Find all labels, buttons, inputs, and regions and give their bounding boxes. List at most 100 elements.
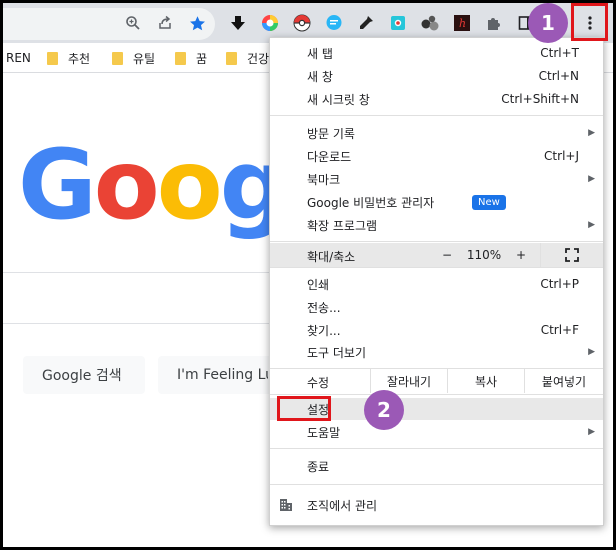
bookmark-label: 건강 (247, 51, 270, 66)
menu-item-password-manager[interactable]: Google 비밀번호 관리자 New (270, 191, 603, 213)
menu-item-label: 인쇄 (307, 277, 330, 292)
bookmark-star-icon[interactable] (187, 13, 207, 33)
bookmark-label: 추천 (68, 51, 91, 66)
feeling-lucky-button[interactable]: I'm Feeling Lu (158, 356, 269, 394)
fullscreen-icon (565, 248, 579, 262)
menu-shortcut: Ctrl+F (540, 323, 579, 337)
zoom-row: 확대/축소 − 110% + (270, 243, 603, 267)
folder-icon (226, 51, 237, 65)
eyedropper-icon[interactable] (356, 13, 376, 33)
menu-item-incognito[interactable]: 새 시크릿 창 Ctrl+Shift+N (270, 88, 603, 110)
download-arrow-icon[interactable] (228, 13, 248, 33)
fullscreen-button[interactable] (540, 243, 603, 267)
screenshot-icon[interactable] (388, 13, 408, 33)
menu-divider (270, 241, 603, 242)
zoom-in-button[interactable]: + (508, 243, 534, 267)
menu-item-label: 북마크 (307, 172, 341, 187)
search-box-bottom-edge (3, 323, 269, 324)
zoom-out-button[interactable]: − (434, 243, 460, 267)
submenu-arrow-icon: ▶ (588, 128, 595, 138)
google-search-button[interactable]: Google 검색 (23, 356, 145, 394)
menu-shortcut: Ctrl+Shift+N (501, 92, 579, 106)
menu-item-downloads[interactable]: 다운로드 Ctrl+J (270, 145, 603, 167)
menu-item-label: 조직에서 관리 (307, 498, 378, 513)
menu-item-label: 확장 프로그램 (307, 218, 378, 233)
menu-item-label: 새 시크릿 창 (307, 92, 370, 107)
dots-cluster-icon[interactable] (420, 13, 440, 33)
h-extension-icon[interactable]: h (452, 13, 472, 33)
building-icon (279, 498, 293, 515)
menu-item-find[interactable]: 찾기... Ctrl+F (270, 319, 603, 341)
chat-bubble-icon[interactable] (324, 13, 344, 33)
bookmark-folder[interactable]: 유틸 (112, 49, 155, 67)
menu-item-label: 확대/축소 (307, 250, 356, 264)
bookmark-folder[interactable]: 추천 (47, 49, 90, 67)
menu-shortcut: Ctrl+P (540, 277, 579, 291)
menu-item-managed-by-org[interactable]: 조직에서 관리 (270, 494, 603, 516)
menu-divider (270, 115, 603, 116)
bookmark-item[interactable]: REN (6, 49, 31, 67)
folder-icon (112, 51, 123, 65)
zoom-level: 110% (466, 248, 502, 262)
menu-shortcut: Ctrl+J (544, 149, 579, 163)
menu-item-help[interactable]: 도움말 ▶ (270, 421, 603, 443)
share-icon[interactable] (155, 13, 175, 33)
menu-divider (270, 484, 603, 485)
address-bar[interactable] (3, 8, 215, 40)
menu-shortcut: Ctrl+N (538, 69, 579, 83)
menu-item-new-tab[interactable]: 새 탭 Ctrl+T (270, 42, 603, 64)
menu-item-label: 방문 기록 (307, 126, 355, 141)
submenu-arrow-icon: ▶ (588, 174, 595, 184)
search-box-top-edge (3, 272, 269, 273)
menu-item-new-window[interactable]: 새 창 Ctrl+N (270, 65, 603, 87)
menu-item-exit[interactable]: 종료 (270, 455, 603, 477)
logo-letter: G (18, 129, 97, 241)
menu-item-label: Google 비밀번호 관리자 (307, 195, 435, 210)
color-wheel-icon[interactable] (260, 13, 280, 33)
bookmark-label: REN (6, 51, 31, 65)
menu-item-label: 찾기... (307, 323, 341, 338)
edit-row: 수정 잘라내기 복사 붙여넣기 (270, 369, 603, 393)
bookmark-folder[interactable]: 꿈 (175, 49, 207, 67)
menu-item-label: 새 탭 (307, 46, 333, 61)
menu-item-label: 종료 (307, 459, 330, 474)
menu-shortcut: Ctrl+T (540, 46, 579, 60)
menu-divider (270, 267, 603, 268)
menu-item-label: 수정 (307, 376, 330, 390)
paste-button[interactable]: 붙여넣기 (524, 369, 603, 393)
menu-item-extensions[interactable]: 확장 프로그램 ▶ (270, 214, 603, 236)
highlight-box-menu-button (571, 3, 608, 41)
menu-item-bookmarks[interactable]: 북마크 ▶ (270, 168, 603, 190)
bookmark-label: 유틸 (133, 51, 156, 66)
menu-item-label: 도움말 (307, 425, 341, 440)
zoom-icon[interactable] (123, 13, 143, 33)
step-1-marker: 1 (528, 3, 568, 43)
menu-divider (270, 448, 603, 449)
menu-item-label: 새 창 (307, 69, 333, 84)
menu-item-print[interactable]: 인쇄 Ctrl+P (270, 273, 603, 295)
logo-letter: o (156, 129, 223, 241)
logo-letter: o (93, 129, 160, 241)
pokeball-icon[interactable] (292, 13, 312, 33)
new-badge: New (472, 195, 506, 210)
menu-item-more-tools[interactable]: 도구 더보기 ▶ (270, 341, 603, 363)
submenu-arrow-icon: ▶ (588, 427, 595, 437)
chrome-main-menu: 새 탭 Ctrl+T 새 창 Ctrl+N 새 시크릿 창 Ctrl+Shift… (269, 37, 604, 526)
menu-item-label: 다운로드 (307, 149, 352, 164)
copy-button[interactable]: 복사 (447, 369, 524, 393)
submenu-arrow-icon: ▶ (588, 347, 595, 357)
bookmark-folder[interactable]: 건강 (226, 49, 269, 67)
menu-item-label: 전송... (307, 300, 341, 315)
submenu-arrow-icon: ▶ (588, 220, 595, 230)
bookmark-label: 꿈 (196, 51, 208, 66)
step-2-marker: 2 (364, 390, 404, 430)
highlight-box-settings (277, 396, 331, 421)
folder-icon (175, 51, 186, 65)
puzzle-icon[interactable] (484, 13, 504, 33)
menu-item-cast[interactable]: 전송... (270, 296, 603, 318)
folder-icon (47, 51, 58, 65)
menu-item-history[interactable]: 방문 기록 ▶ (270, 122, 603, 144)
menu-divider (270, 394, 603, 395)
menu-item-label: 도구 더보기 (307, 345, 367, 360)
svg-text:h: h (459, 17, 466, 30)
